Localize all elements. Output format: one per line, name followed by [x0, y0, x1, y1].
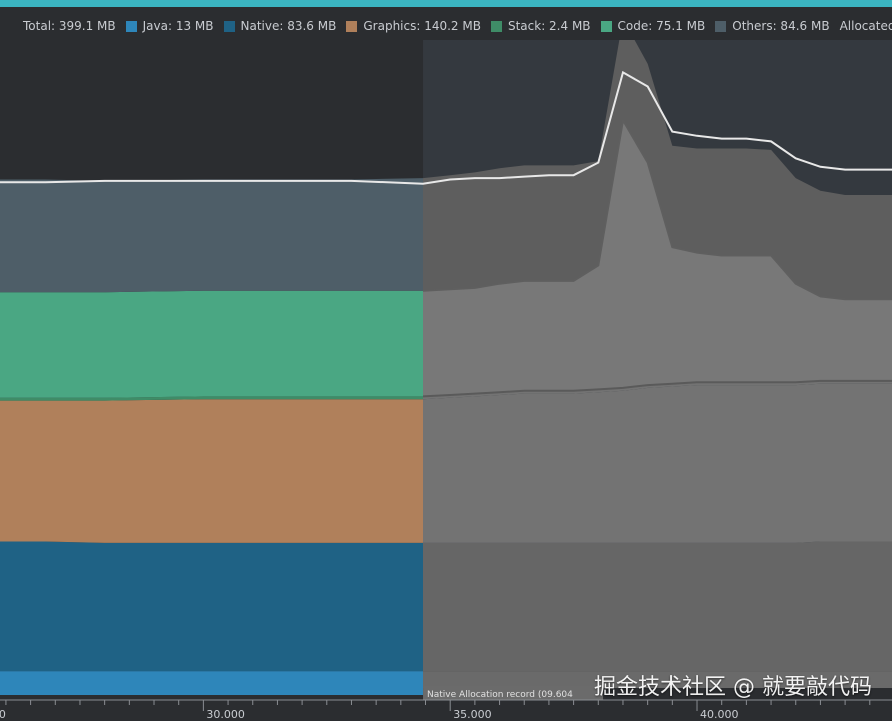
- legend-graphics: Graphics: 140.2 MB: [346, 19, 481, 33]
- legend-allocated-label: Allocated: N/A: [839, 19, 892, 33]
- x-tick-label: 35.000: [453, 708, 492, 721]
- native-swatch-icon: [223, 20, 235, 32]
- legend-graphics-label: Graphics: 140.2 MB: [363, 19, 481, 33]
- legend-native-label: Native: 83.6 MB: [240, 19, 337, 33]
- legend-stack-label: Stack: 2.4 MB: [507, 19, 591, 33]
- x-tick-label: 40.000: [700, 708, 739, 721]
- legend-allocated: Allocated: N/A: [840, 19, 892, 33]
- legend-total-label: Total: 399.1 MB: [23, 19, 116, 33]
- memory-legend: Total: 399.1 MB Java: 13 MB Native: 83.6…: [0, 12, 892, 40]
- legend-native: Native: 83.6 MB: [223, 19, 337, 33]
- x-axis: 30.000 35.000 40.000 00: [0, 699, 892, 721]
- x-tick-label: 30.000: [206, 708, 245, 721]
- recording-bar: [0, 687, 424, 695]
- legend-others-label: Others: 84.6 MB: [732, 19, 830, 33]
- stack-swatch-icon: [490, 20, 502, 32]
- legend-code: Code: 75.1 MB: [600, 19, 706, 33]
- graphics-swatch-icon: [346, 20, 358, 32]
- legend-total: Total: 399.1 MB: [23, 19, 116, 33]
- others-swatch-icon: [715, 20, 727, 32]
- memory-chart[interactable]: Native Allocation record (09.604 30.000 3…: [0, 40, 892, 721]
- java-swatch-icon: [125, 20, 137, 32]
- recording-label: Native Allocation record (09.604: [427, 690, 573, 700]
- legend-others: Others: 84.6 MB: [715, 19, 830, 33]
- x-tick-label-partial: 00: [0, 708, 6, 721]
- legend-java: Java: 13 MB: [125, 19, 214, 33]
- x-axis-band: [0, 700, 892, 721]
- legend-java-label: Java: 13 MB: [142, 19, 214, 33]
- top-accent-bar: [0, 0, 892, 7]
- watermark: 掘金技术社区 @ 就要敲代码: [594, 675, 872, 700]
- code-swatch-icon: [600, 20, 612, 32]
- legend-stack: Stack: 2.4 MB: [490, 19, 591, 33]
- legend-code-label: Code: 75.1 MB: [617, 19, 706, 33]
